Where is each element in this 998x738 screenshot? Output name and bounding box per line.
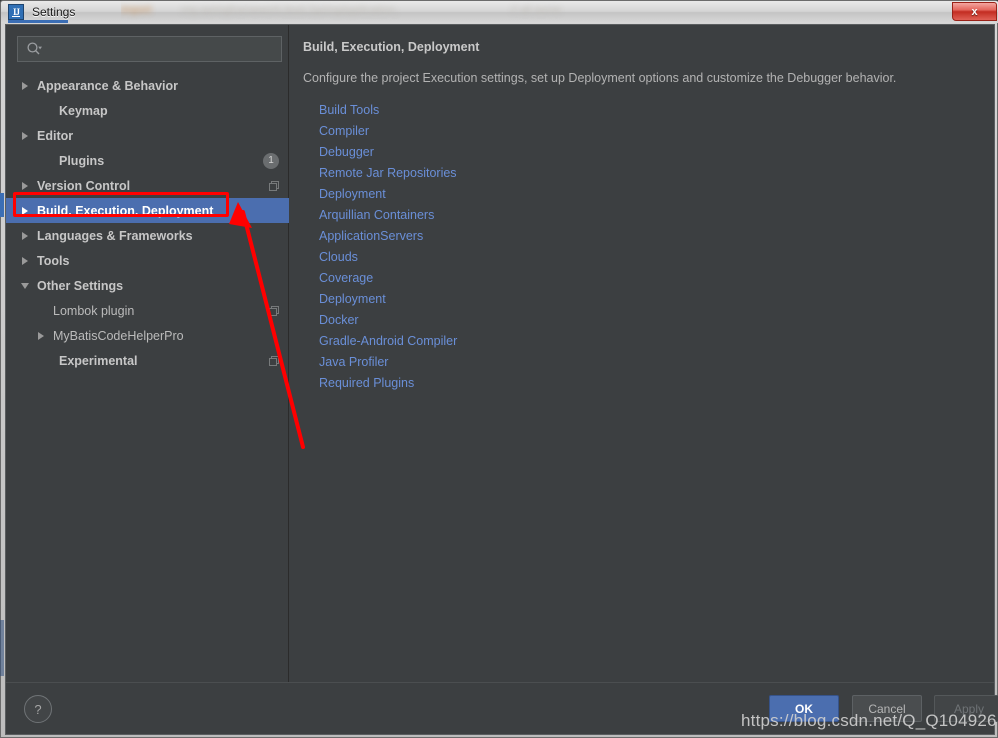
sidebar-item-tools[interactable]: Tools: [6, 248, 289, 273]
detail-link-docker[interactable]: Docker: [319, 310, 457, 331]
page-title: Build, Execution, Deployment: [303, 40, 479, 54]
search-input[interactable]: [46, 41, 270, 57]
sidebar-item-mybatiscodehelperpro[interactable]: MyBatisCodeHelperPro: [6, 323, 289, 348]
sidebar-item-experimental[interactable]: Experimental: [6, 348, 289, 373]
edge-accent-bottom: [0, 620, 4, 676]
sidebar-item-label: Version Control: [37, 179, 130, 193]
sidebar-item-other-settings[interactable]: Other Settings: [6, 273, 289, 298]
screen-root: import org.springframework.boot.SpringAp…: [0, 0, 998, 738]
close-icon[interactable]: x: [952, 2, 997, 21]
settings-sidebar: Appearance & Behavior Keymap Editor Plugins…: [6, 25, 289, 683]
settings-dialog: Appearance & Behavior Keymap Editor Plugins…: [5, 24, 995, 735]
bg-blur-line-1: org.springframework.boot.SpringApplicati…: [181, 4, 397, 18]
detail-link-clouds[interactable]: Clouds: [319, 247, 457, 268]
ok-button[interactable]: OK: [769, 695, 839, 722]
settings-detail-pane: Build, Execution, Deployment Configure t…: [290, 25, 982, 683]
chevron-right-icon[interactable]: [18, 232, 31, 240]
search-icon: [26, 41, 42, 57]
detail-link-debugger[interactable]: Debugger: [319, 142, 457, 163]
detail-link-deployment[interactable]: Deployment: [319, 184, 457, 205]
detail-link-applicationservers[interactable]: ApplicationServers: [319, 226, 457, 247]
sidebar-item-label: Appearance & Behavior: [37, 79, 178, 93]
sidebar-item-label: Experimental: [59, 354, 138, 368]
copy-settings-icon: [268, 180, 280, 192]
detail-link-list: Build ToolsCompilerDebuggerRemote Jar Re…: [319, 100, 457, 394]
window-title: Settings: [32, 5, 75, 19]
sidebar-item-plugins[interactable]: Plugins 1: [6, 148, 289, 173]
sidebar-item-label: Other Settings: [37, 279, 123, 293]
detail-link-gradle-android-compiler[interactable]: Gradle-Android Compiler: [319, 331, 457, 352]
sidebar-item-languages-frameworks[interactable]: Languages & Frameworks: [6, 223, 289, 248]
cancel-button[interactable]: Cancel: [852, 695, 922, 722]
chevron-right-icon[interactable]: [18, 82, 31, 90]
help-button[interactable]: ?: [24, 695, 52, 723]
intellij-idea-icon: IJ: [8, 4, 24, 20]
sidebar-item-lombok-plugin[interactable]: Lombok plugin: [6, 298, 289, 323]
chevron-right-icon[interactable]: [18, 257, 31, 265]
bg-blur-line-0: import: [121, 4, 152, 18]
sidebar-item-label: Lombok plugin: [53, 304, 134, 318]
dialog-footer: ? OK Cancel Apply: [6, 682, 994, 734]
plugin-update-badge: 1: [263, 153, 279, 169]
sidebar-item-version-control[interactable]: Version Control: [6, 173, 289, 198]
search-box[interactable]: [17, 36, 282, 62]
window-titlebar[interactable]: import org.springframework.boot.SpringAp…: [1, 1, 998, 23]
chevron-right-icon[interactable]: [34, 332, 47, 340]
detail-link-java-profiler[interactable]: Java Profiler: [319, 352, 457, 373]
chevron-right-icon[interactable]: [18, 182, 31, 190]
detail-scrollbar[interactable]: [982, 25, 994, 683]
detail-link-required-plugins[interactable]: Required Plugins: [319, 373, 457, 394]
sidebar-item-build-execution-deployment[interactable]: Build, Execution, Deployment: [6, 198, 289, 223]
background-blurred-text: import org.springframework.boot.SpringAp…: [121, 1, 929, 23]
copy-settings-icon: [268, 355, 280, 367]
detail-link-remote-jar-repositories[interactable]: Remote Jar Repositories: [319, 163, 457, 184]
detail-link-build-tools[interactable]: Build Tools: [319, 100, 457, 121]
detail-link-compiler[interactable]: Compiler: [319, 121, 457, 142]
edge-accent-middle: [0, 193, 4, 217]
chevron-right-icon[interactable]: [18, 207, 31, 215]
edge-accent-top: [8, 20, 68, 23]
detail-link-coverage[interactable]: Coverage: [319, 268, 457, 289]
chevron-down-icon[interactable]: [18, 283, 31, 289]
bg-blur-line-2: // all some: [511, 4, 561, 18]
settings-tree: Appearance & Behavior Keymap Editor Plugins…: [6, 73, 289, 683]
sidebar-item-label: MyBatisCodeHelperPro: [53, 329, 184, 343]
detail-link-arquillian-containers[interactable]: Arquillian Containers: [319, 205, 457, 226]
sidebar-item-label: Plugins: [59, 154, 104, 168]
detail-link-deployment[interactable]: Deployment: [319, 289, 457, 310]
settings-window: import org.springframework.boot.SpringAp…: [0, 0, 998, 738]
copy-settings-icon: [268, 305, 280, 317]
apply-button: Apply: [934, 695, 998, 722]
sidebar-item-label: Keymap: [59, 104, 108, 118]
sidebar-item-editor[interactable]: Editor: [6, 123, 289, 148]
sidebar-item-keymap[interactable]: Keymap: [6, 98, 289, 123]
sidebar-item-label: Tools: [37, 254, 69, 268]
chevron-right-icon[interactable]: [18, 132, 31, 140]
sidebar-item-label: Editor: [37, 129, 73, 143]
sidebar-item-label: Build, Execution, Deployment: [37, 204, 213, 218]
sidebar-item-label: Languages & Frameworks: [37, 229, 193, 243]
page-description: Configure the project Execution settings…: [303, 71, 896, 85]
sidebar-item-appearance-behavior[interactable]: Appearance & Behavior: [6, 73, 289, 98]
